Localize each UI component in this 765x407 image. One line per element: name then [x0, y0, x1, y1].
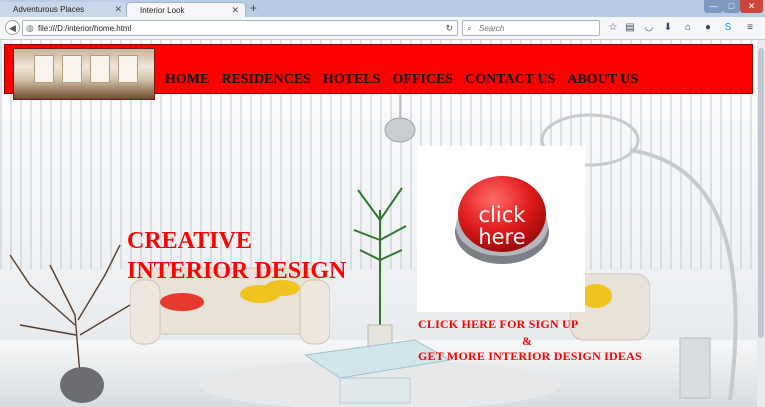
page-scrollbar[interactable] — [757, 40, 765, 407]
hero-headline: CREATIVE INTERIOR DESIGN — [127, 226, 346, 286]
click-here-line-2: here — [478, 225, 526, 249]
click-here-card[interactable]: click here — [417, 146, 585, 312]
photo-window — [62, 55, 82, 83]
tab-title: Interior Look — [140, 6, 185, 15]
site-header: HOME RESIDENCES HOTELS OFFICES CONTACT U… — [4, 44, 753, 100]
navigation-toolbar: ◀ ◍ file:///D:/interior/home.html ↻ ⌕ ☆ … — [0, 17, 765, 40]
headline-line-2: INTERIOR DESIGN — [127, 258, 347, 284]
click-here-label[interactable]: click here — [453, 204, 551, 248]
page-content: HOME RESIDENCES HOTELS OFFICES CONTACT U… — [0, 40, 765, 407]
headline-line-1: CREATIVE — [127, 228, 252, 254]
search-box[interactable]: ⌕ — [462, 20, 600, 36]
download-icon[interactable]: ⬇ — [662, 21, 674, 34]
signup-link[interactable]: CLICK HERE FOR SIGN UP — [418, 317, 578, 332]
url-text[interactable]: file:///D:/interior/home.html — [38, 21, 131, 36]
tab-adventurous-places[interactable]: Adventurous Places ✕ — [0, 2, 128, 17]
glass-coffee-table — [303, 339, 452, 404]
search-icon: ⌕ — [467, 23, 473, 33]
nav-home[interactable]: HOME — [165, 70, 209, 90]
new-tab-button[interactable]: + — [250, 1, 257, 16]
nav-residences[interactable]: RESIDENCES — [221, 70, 310, 90]
photo-window — [34, 55, 54, 83]
maximize-button[interactable]: □ — [723, 0, 740, 13]
back-arrow-icon: ◀ — [9, 23, 16, 33]
nav-hotels[interactable]: HOTELS — [323, 70, 381, 90]
chat-icon[interactable]: ● — [702, 21, 714, 34]
tab-interior-look[interactable]: Interior Look ✕ — [126, 2, 246, 17]
clipboard-icon[interactable]: ▤ — [624, 21, 636, 34]
main-nav: HOME RESIDENCES HOTELS OFFICES CONTACT U… — [165, 70, 638, 90]
decorative-tree — [9, 244, 131, 403]
url-bar[interactable]: ◍ file:///D:/interior/home.html ↻ — [22, 20, 458, 36]
photo-window — [90, 55, 110, 83]
nav-offices[interactable]: OFFICES — [392, 70, 453, 90]
reload-icon[interactable]: ↻ — [445, 21, 453, 36]
home-icon[interactable]: ⌂ — [682, 21, 694, 34]
nav-about-us[interactable]: ABOUT US — [567, 70, 638, 90]
close-tab-icon[interactable]: ✕ — [231, 3, 239, 18]
photo-window — [118, 55, 138, 83]
skype-icon[interactable]: S — [722, 21, 734, 34]
menu-icon[interactable]: ≡ — [744, 21, 756, 34]
close-tab-icon[interactable]: ✕ — [114, 2, 122, 17]
header-interior-photo — [13, 48, 155, 100]
star-icon[interactable]: ☆ — [607, 21, 619, 34]
nav-contact-us[interactable]: CONTACT US — [465, 70, 555, 90]
close-window-button[interactable]: ✕ — [740, 0, 763, 13]
pocket-icon[interactable]: ◡ — [643, 21, 655, 34]
search-input[interactable] — [479, 22, 589, 34]
potted-plant — [353, 187, 407, 348]
promo-ampersand: & — [522, 334, 533, 348]
back-button[interactable]: ◀ — [5, 20, 20, 35]
tab-title: Adventurous Places — [13, 5, 85, 14]
globe-icon: ◍ — [26, 23, 34, 33]
design-ideas-link[interactable]: GET MORE INTERIOR DESIGN IDEAS — [418, 349, 642, 364]
scrollbar-thumb[interactable] — [758, 48, 764, 338]
click-here-line-1: click — [478, 203, 526, 227]
minimize-button[interactable]: — — [704, 0, 723, 13]
tab-bar: Adventurous Places ✕ Interior Look ✕ + —… — [0, 0, 765, 17]
